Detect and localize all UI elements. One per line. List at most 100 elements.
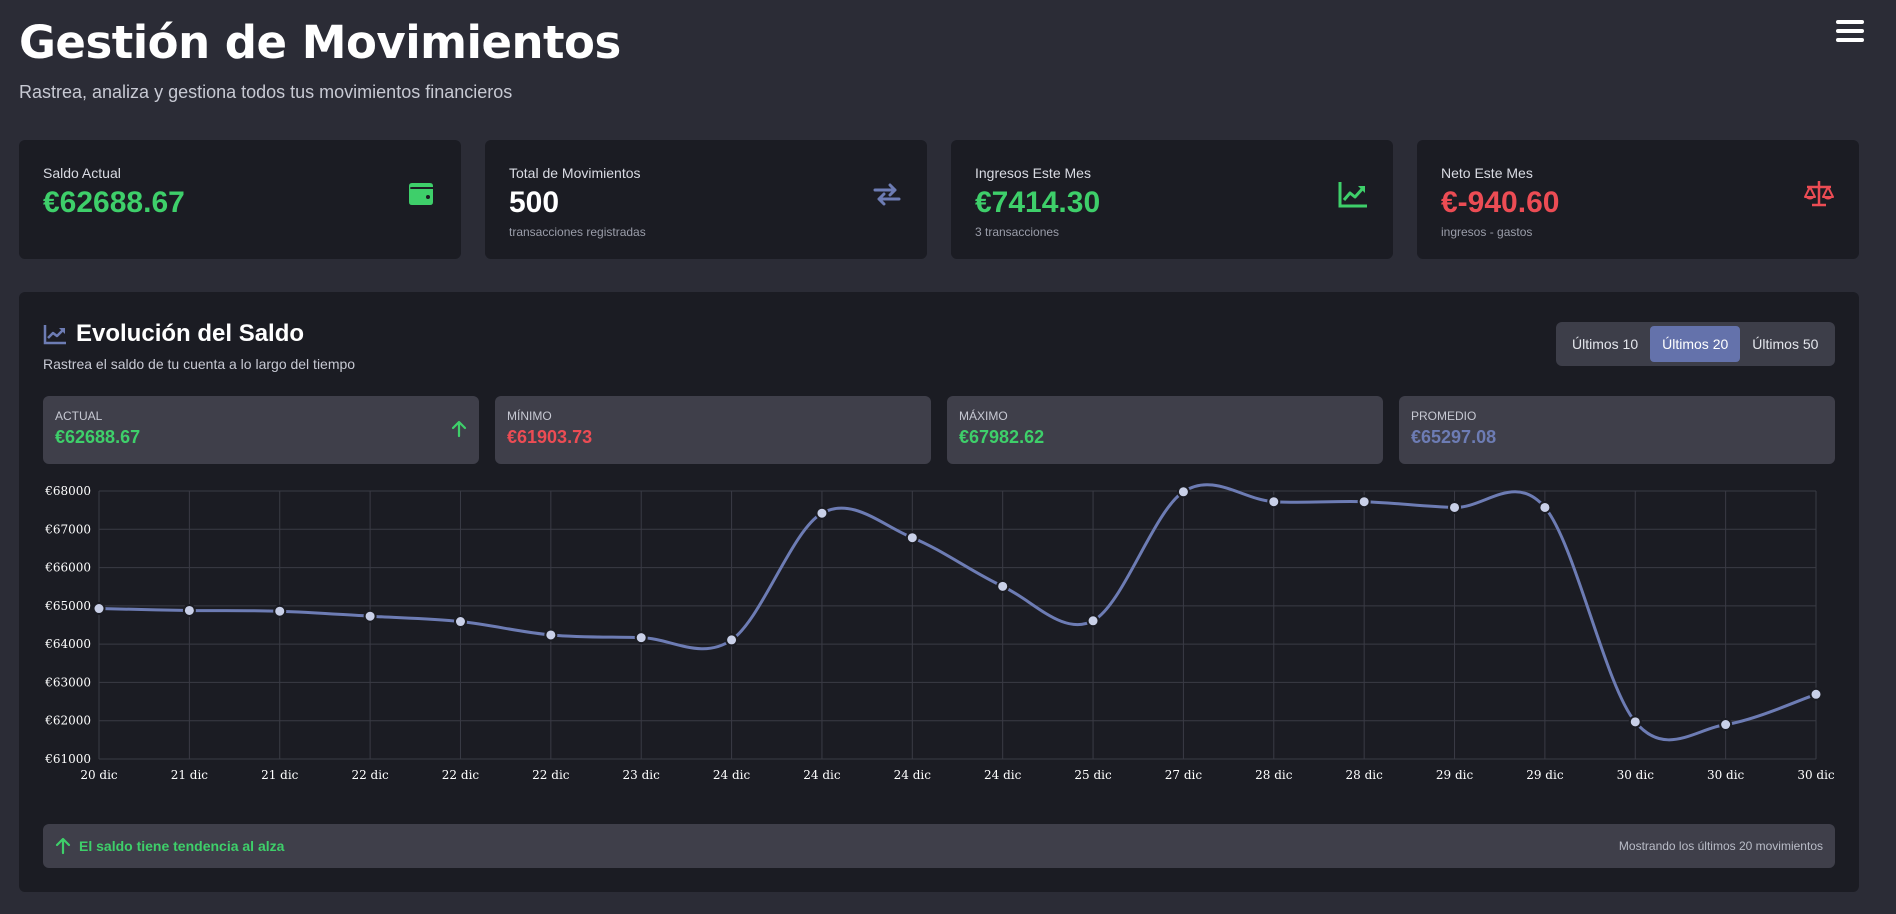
stat-label: PROMEDIO xyxy=(1411,409,1477,423)
y-tick-label: €64000 xyxy=(44,637,91,651)
balance-scale-icon xyxy=(1804,181,1834,207)
range-button-20[interactable]: Últimos 20 xyxy=(1650,326,1741,362)
stat-label: MÍNIMO xyxy=(507,409,552,423)
x-tick-label: 25 dic xyxy=(1074,768,1112,782)
panel-title: Evolución del Saldo xyxy=(43,320,355,348)
page-subtitle: Rastrea, analiza y gestiona todos tus mo… xyxy=(19,82,513,102)
data-point xyxy=(1809,687,1823,701)
range-button-50[interactable]: Últimos 50 xyxy=(1740,326,1830,362)
showing-count-text: Mostrando los últimos 20 movimientos xyxy=(1618,839,1823,853)
data-point xyxy=(544,628,558,642)
summary-cards: Saldo Actual €62688.67 Total de Movimien… xyxy=(19,140,1859,259)
stat-value: €65297.08 xyxy=(1411,427,1497,447)
x-tick-label: 28 dic xyxy=(1345,768,1383,782)
trend-up-icon xyxy=(1338,182,1367,208)
card-total-movimientos: Total de Movimientos 500 transacciones r… xyxy=(485,140,927,259)
stat-minimo: MÍNIMO €61903.73 xyxy=(495,396,931,464)
y-tick-label: €63000 xyxy=(44,675,91,689)
stat-value: €62688.67 xyxy=(55,427,141,447)
balance-line-chart: €61000 €62000 €63000 €64000 €65000 €66000 €670… xyxy=(44,483,1835,782)
x-tick-label: 24 dic xyxy=(984,768,1022,782)
card-label: Saldo Actual xyxy=(43,165,121,181)
x-tick-label: 24 dic xyxy=(894,768,932,782)
stat-maximo: MÁXIMO €67982.62 xyxy=(947,396,1383,464)
card-sub: ingresos - gastos xyxy=(1441,224,1533,239)
y-tick-label: €66000 xyxy=(44,561,91,575)
data-point xyxy=(1628,715,1642,729)
card-value: €7414.30 xyxy=(975,186,1101,219)
range-button-10[interactable]: Últimos 10 xyxy=(1560,326,1650,362)
data-point xyxy=(1538,500,1552,514)
y-tick-label: €61000 xyxy=(44,752,91,766)
stat-value: €61903.73 xyxy=(507,427,593,447)
arrow-up-icon xyxy=(451,420,467,438)
y-tick-label: €67000 xyxy=(44,522,91,536)
data-point xyxy=(273,604,287,618)
x-tick-label: 24 dic xyxy=(803,768,841,782)
data-point xyxy=(1176,485,1190,499)
card-label: Ingresos Este Mes xyxy=(975,165,1091,181)
x-tick-label: 20 dic xyxy=(80,768,118,782)
card-value: €62688.67 xyxy=(43,186,185,219)
panel-title-text: Evolución del Saldo xyxy=(76,320,305,347)
x-tick-label: 24 dic xyxy=(713,768,751,782)
arrow-up-icon xyxy=(55,837,71,855)
card-value: 500 xyxy=(509,186,560,219)
x-tick-label: 30 dic xyxy=(1617,768,1655,782)
range-selector: Últimos 10 Últimos 20 Últimos 50 xyxy=(1556,322,1835,366)
data-point xyxy=(815,506,829,520)
x-tick-label: 22 dic xyxy=(442,768,480,782)
data-point xyxy=(182,603,196,617)
trend-bar: El saldo tiene tendencia al alza Mostran… xyxy=(43,824,1835,868)
data-point xyxy=(725,633,739,647)
page-title: Gestión de Movimientos xyxy=(19,16,621,69)
chart-line-icon xyxy=(43,325,66,345)
x-tick-label: 29 dic xyxy=(1526,768,1564,782)
data-point xyxy=(1267,495,1281,509)
data-point xyxy=(1357,495,1371,509)
card-sub: 3 transacciones xyxy=(975,224,1060,239)
x-tick-label: 21 dic xyxy=(171,768,209,782)
x-tick-label: 30 dic xyxy=(1707,768,1745,782)
stat-value: €67982.62 xyxy=(959,427,1045,447)
hamburger-menu-icon[interactable] xyxy=(1836,18,1864,44)
card-saldo-actual: Saldo Actual €62688.67 xyxy=(19,140,461,259)
data-point xyxy=(1448,500,1462,514)
card-neto-mes: Neto Este Mes €-940.60 ingresos - gastos xyxy=(1417,140,1859,259)
stat-promedio: PROMEDIO €65297.08 xyxy=(1399,396,1835,464)
x-tick-label: 21 dic xyxy=(261,768,299,782)
data-point xyxy=(453,615,467,629)
data-point xyxy=(92,602,106,616)
data-point xyxy=(1719,718,1733,732)
wallet-icon xyxy=(409,183,433,205)
x-tick-label: 23 dic xyxy=(623,768,661,782)
card-label: Neto Este Mes xyxy=(1441,165,1533,181)
stat-label: ACTUAL xyxy=(55,409,103,423)
card-value: €-940.60 xyxy=(1441,186,1560,219)
series-line xyxy=(98,483,1817,742)
card-label: Total de Movimientos xyxy=(509,165,641,181)
trend-text: El saldo tiene tendencia al alza xyxy=(79,838,285,854)
y-tick-label: €68000 xyxy=(44,484,91,498)
stat-actual: ACTUAL €62688.67 xyxy=(43,396,479,464)
arrows-exchange-icon xyxy=(873,183,901,206)
x-tick-label: 22 dic xyxy=(532,768,570,782)
data-point xyxy=(634,631,648,645)
balance-evolution-panel: Evolución del Saldo Rastrea el saldo de … xyxy=(19,292,1859,892)
data-point xyxy=(363,609,377,623)
x-tick-label: 29 dic xyxy=(1436,768,1474,782)
data-point xyxy=(905,531,919,545)
x-tick-label: 22 dic xyxy=(351,768,389,782)
x-tick-label: 30 dic xyxy=(1797,768,1835,782)
panel-subtitle: Rastrea el saldo de tu cuenta a lo largo… xyxy=(43,356,356,372)
y-tick-label: €65000 xyxy=(44,599,91,613)
card-ingresos-mes: Ingresos Este Mes €7414.30 3 transaccion… xyxy=(951,140,1393,259)
card-sub: transacciones registradas xyxy=(509,224,646,239)
balance-stats: ACTUAL €62688.67 MÍNIMO €61903.73 MÁXIMO… xyxy=(43,396,1835,464)
data-point xyxy=(996,579,1010,593)
x-tick-label: 27 dic xyxy=(1165,768,1203,782)
y-tick-label: €62000 xyxy=(44,714,91,728)
stat-label: MÁXIMO xyxy=(959,409,1008,423)
x-tick-label: 28 dic xyxy=(1255,768,1293,782)
data-point xyxy=(1086,614,1100,628)
